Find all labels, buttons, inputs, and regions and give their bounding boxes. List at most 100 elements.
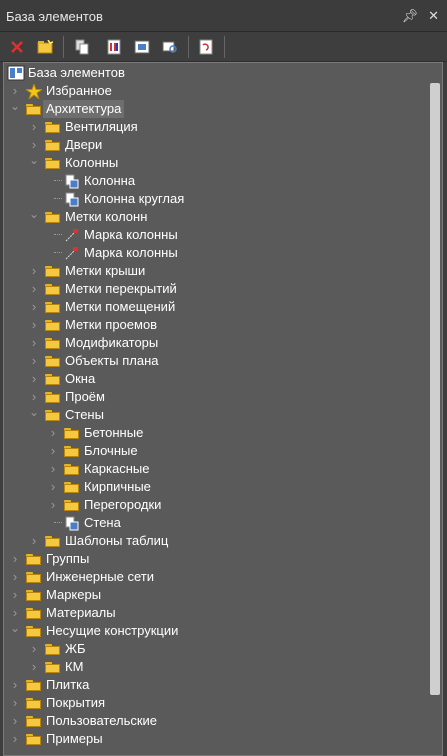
delete-icon[interactable]	[7, 37, 27, 57]
tree-item[interactable]: › Группы	[4, 550, 424, 568]
pin-icon[interactable]: 📌︎	[402, 8, 419, 24]
chevron-right-icon[interactable]: ›	[10, 712, 20, 730]
preview-icon[interactable]	[160, 37, 180, 57]
folder-icon	[45, 264, 61, 278]
chevron-right-icon[interactable]: ›	[29, 118, 39, 136]
chevron-right-icon[interactable]: ›	[29, 298, 39, 316]
tree-item[interactable]: › Примеры	[4, 730, 424, 748]
tree-item[interactable]: › Каркасные	[4, 460, 424, 478]
tree-item[interactable]: ⌄ Архитектура	[4, 97, 424, 118]
tree-item[interactable]: Марка колонны	[4, 244, 424, 262]
tree-item[interactable]: › Двери	[4, 136, 424, 154]
tree-item-label: Метки помещений	[65, 299, 176, 314]
chevron-right-icon[interactable]: ›	[10, 568, 20, 586]
tree-item[interactable]: › Маркеры	[4, 586, 424, 604]
tree-item-label: Блочные	[84, 443, 138, 458]
tree-item-label: Избранное	[46, 83, 112, 98]
chevron-right-icon[interactable]: ›	[29, 640, 39, 658]
tree-item[interactable]: Колонна круглая	[4, 190, 424, 208]
tree-item[interactable]: › Метки помещений	[4, 298, 424, 316]
tree-item[interactable]: › КМ	[4, 658, 424, 676]
tree-item[interactable]: › Шаблоны таблиц	[4, 532, 424, 550]
tree-connector	[54, 252, 62, 253]
tree-item[interactable]: › Покрытия	[4, 694, 424, 712]
tree-item[interactable]: › Пользовательские	[4, 712, 424, 730]
tree-item[interactable]: › Проём	[4, 388, 424, 406]
tree-item[interactable]: ⌄ Метки колонн	[4, 205, 424, 226]
panel-title: База элементов	[6, 9, 103, 24]
refresh-icon[interactable]	[196, 37, 216, 57]
chevron-right-icon[interactable]: ›	[29, 334, 39, 352]
tree-item[interactable]: › Блочные	[4, 442, 424, 460]
tree-item[interactable]: › Окна	[4, 370, 424, 388]
chevron-right-icon[interactable]: ›	[10, 694, 20, 712]
tree-item[interactable]: › Метки перекрытий	[4, 280, 424, 298]
chevron-right-icon[interactable]: ›	[48, 424, 58, 442]
new-folder-icon[interactable]	[35, 37, 55, 57]
folder-icon	[26, 102, 42, 116]
tree-item[interactable]: ⌄ Стены	[4, 403, 424, 424]
chevron-right-icon[interactable]: ›	[29, 658, 39, 676]
tree-item[interactable]: › Объекты плана	[4, 352, 424, 370]
import-icon[interactable]	[132, 37, 152, 57]
chevron-right-icon[interactable]: ›	[48, 442, 58, 460]
tree-item[interactable]: Марка колонны	[4, 226, 424, 244]
chevron-right-icon[interactable]: ›	[10, 730, 20, 748]
tree-item[interactable]: › Вентиляция	[4, 118, 424, 136]
chevron-right-icon[interactable]: ›	[29, 280, 39, 298]
chevron-right-icon[interactable]: ›	[48, 460, 58, 478]
tree-item-label: Каркасные	[84, 461, 150, 476]
folder-icon	[26, 714, 42, 728]
tree-item[interactable]: Стена	[4, 514, 424, 532]
tree-item-label: Вентиляция	[65, 119, 138, 134]
folder-icon	[26, 588, 42, 602]
chevron-down-icon[interactable]: ⌄	[29, 205, 39, 223]
properties-icon[interactable]	[104, 37, 124, 57]
tree-item[interactable]: › ЖБ	[4, 640, 424, 658]
tree-item[interactable]: › Кирпичные	[4, 478, 424, 496]
chevron-down-icon[interactable]: ⌄	[29, 403, 39, 421]
tree-item[interactable]: › Метки проемов	[4, 316, 424, 334]
chevron-right-icon[interactable]: ›	[29, 316, 39, 334]
chevron-right-icon[interactable]: ›	[29, 262, 39, 280]
element-tree[interactable]: База элементов › Избранное ⌄ Архитектура › Вен…	[3, 62, 443, 756]
chevron-right-icon[interactable]: ›	[29, 532, 39, 550]
vertical-scrollbar[interactable]	[430, 83, 440, 695]
close-icon[interactable]: ✕	[428, 8, 439, 24]
chevron-right-icon[interactable]: ›	[10, 676, 20, 694]
folder-icon	[45, 642, 61, 656]
folder-icon	[45, 354, 61, 368]
chevron-down-icon[interactable]: ⌄	[10, 97, 20, 115]
folder-icon	[64, 444, 80, 458]
chevron-down-icon[interactable]: ⌄	[10, 619, 20, 637]
folder-icon	[26, 624, 42, 638]
tree-item[interactable]: › Бетонные	[4, 424, 424, 442]
chevron-right-icon[interactable]: ›	[48, 496, 58, 514]
tree-item-label: Метки перекрытий	[65, 281, 177, 296]
tree-item[interactable]: › Модификаторы	[4, 334, 424, 352]
chevron-right-icon[interactable]: ›	[29, 352, 39, 370]
chevron-right-icon[interactable]: ›	[48, 478, 58, 496]
tree-item-label: Перегородки	[84, 497, 162, 512]
tree-item[interactable]: › Инженерные сети	[4, 568, 424, 586]
tree-item[interactable]: › Плитка	[4, 676, 424, 694]
tree-root-label: База элементов	[28, 65, 125, 80]
tree-item-label: Маркеры	[46, 587, 102, 602]
chevron-down-icon[interactable]: ⌄	[29, 151, 39, 169]
tree-item-label: Кирпичные	[84, 479, 151, 494]
copy-icon[interactable]	[72, 37, 92, 57]
tree-item-label: Пользовательские	[46, 713, 158, 728]
tree-item-label: Несущие конструкции	[46, 623, 179, 638]
tree-item[interactable]: › Материалы	[4, 604, 424, 622]
chevron-right-icon[interactable]: ›	[29, 370, 39, 388]
tree-item[interactable]: › Метки крыши	[4, 262, 424, 280]
tree-item[interactable]: ⌄ Колонны	[4, 151, 424, 172]
tree-item-label: Архитектура	[43, 100, 125, 118]
tree-item[interactable]: Колонна	[4, 172, 424, 190]
chevron-right-icon[interactable]: ›	[10, 586, 20, 604]
tree-item[interactable]: › Перегородки	[4, 496, 424, 514]
tree-item[interactable]: ⌄ Несущие конструкции	[4, 619, 424, 640]
tree-item[interactable]: › Избранное	[4, 82, 424, 101]
chevron-right-icon[interactable]: ›	[10, 550, 20, 568]
tree-root[interactable]: База элементов	[4, 64, 424, 82]
